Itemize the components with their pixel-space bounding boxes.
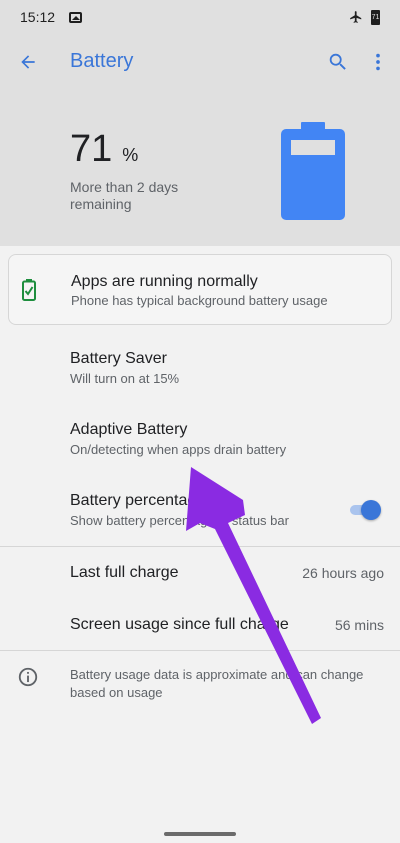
battery-percentage-title: Battery percentage: [70, 492, 206, 509]
battery-percentage-subtitle: Show battery percentage in status bar: [70, 513, 289, 528]
status-bar: 15:12 71: [0, 0, 400, 34]
toggle-thumb: [361, 500, 381, 520]
gesture-nav-handle[interactable]: [164, 832, 236, 836]
app-bar: Battery: [0, 34, 400, 90]
status-battery-icon: 71: [371, 9, 380, 25]
battery-percent-sign: %: [122, 145, 139, 165]
battery-ok-icon: [22, 279, 36, 301]
airplane-mode-icon: [350, 11, 362, 23]
adaptive-battery-subtitle: On/detecting when apps drain battery: [70, 442, 287, 457]
adaptive-battery-title: Adaptive Battery: [70, 421, 188, 438]
battery-percent-value: 71: [70, 128, 113, 170]
screen-usage-value: 56 mins: [334, 617, 384, 633]
search-icon[interactable]: [324, 48, 352, 76]
page-title: Battery: [70, 50, 134, 72]
divider: [0, 650, 400, 651]
last-full-charge-label: Last full charge: [70, 564, 179, 581]
battery-percentage-toggle[interactable]: [350, 500, 382, 520]
battery-saver-item[interactable]: Battery Saver Will turn on at 15%: [70, 349, 390, 389]
screen-usage-label: Screen usage since full charge: [70, 616, 289, 633]
status-card-title: Apps are running normally: [71, 273, 258, 290]
adaptive-battery-item[interactable]: Adaptive Battery On/detecting when apps …: [70, 420, 390, 460]
battery-saver-subtitle: Will turn on at 15%: [70, 371, 180, 386]
image-notification-icon: [69, 11, 83, 23]
status-card-subtitle: Phone has typical background battery usa…: [71, 293, 328, 308]
info-icon: [18, 667, 38, 687]
back-arrow-icon[interactable]: [14, 48, 42, 76]
battery-saver-title: Battery Saver: [70, 350, 167, 367]
battery-percentage-item[interactable]: Battery percentage Show battery percenta…: [70, 491, 340, 531]
battery-level-icon: [281, 122, 345, 220]
status-time: 15:12: [20, 9, 56, 25]
status-battery-level: 71: [371, 13, 380, 21]
divider: [0, 546, 400, 547]
more-vert-icon[interactable]: [364, 48, 392, 76]
battery-remaining-text: More than 2 days remaining: [70, 179, 179, 212]
battery-usage-footnote: Battery usage data is approximate and ca…: [70, 667, 364, 700]
last-full-charge-value: 26 hours ago: [302, 565, 384, 581]
status-icons: 71: [349, 9, 380, 25]
battery-percent: 71 %: [70, 128, 138, 171]
battery-status-card[interactable]: Apps are running normally Phone has typi…: [8, 254, 392, 325]
